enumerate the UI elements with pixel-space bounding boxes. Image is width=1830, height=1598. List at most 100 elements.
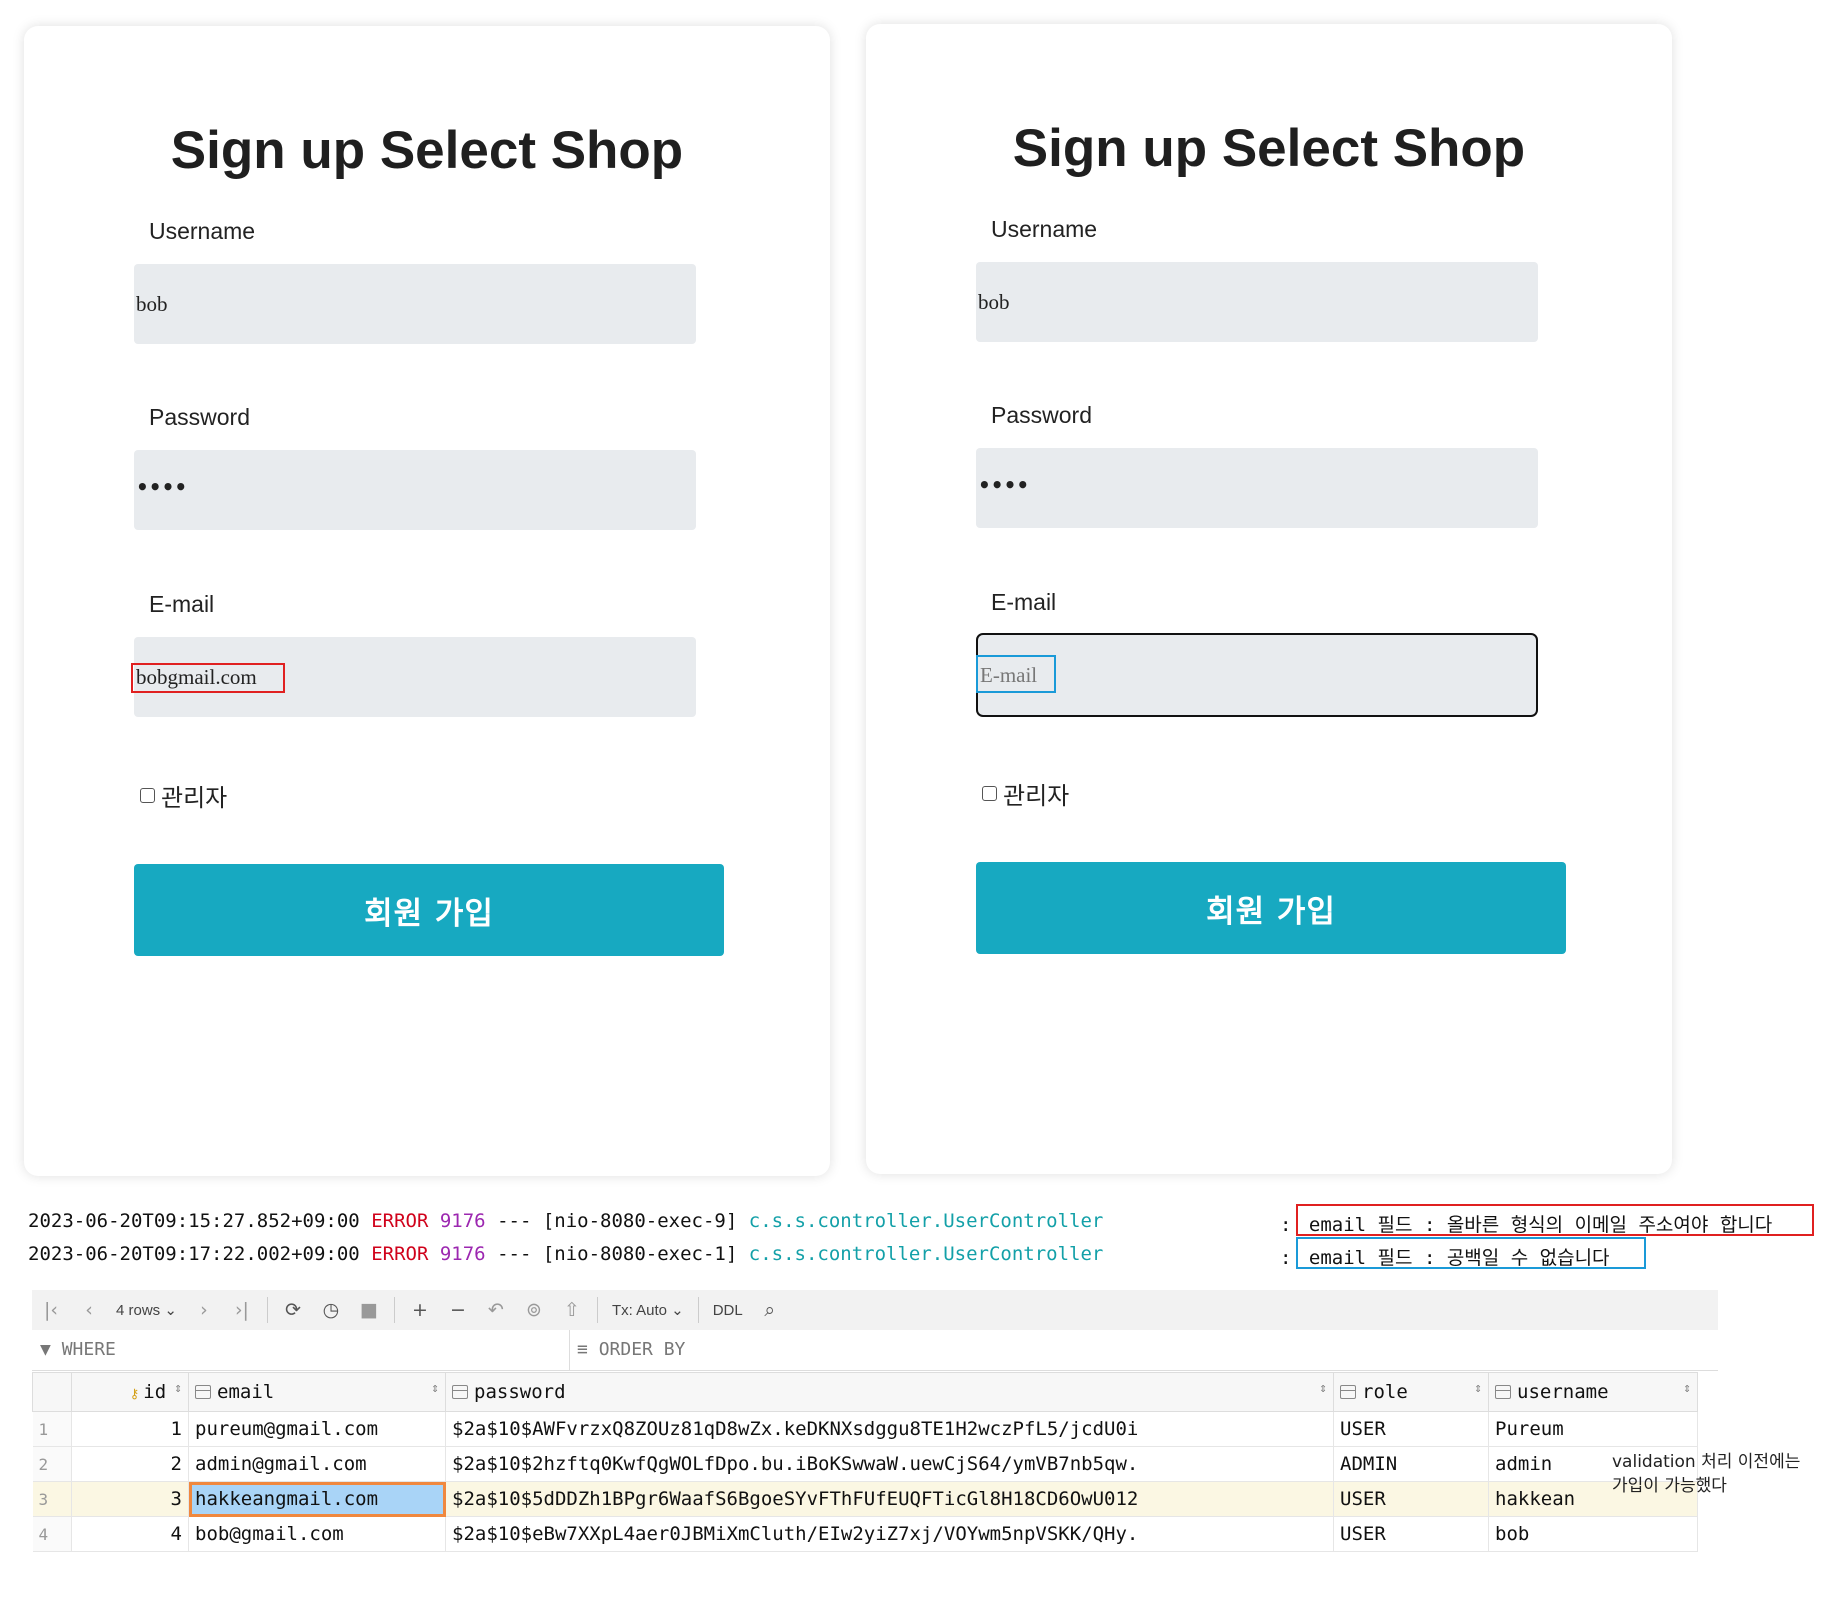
cell-username[interactable]: Pureum: [1488, 1411, 1698, 1447]
password-label: Password: [991, 402, 1092, 428]
last-page-icon[interactable]: ›|: [227, 1299, 257, 1321]
order-by-input[interactable]: ≡ ORDER BY: [577, 1339, 685, 1360]
cell-role[interactable]: USER: [1333, 1411, 1489, 1447]
primary-key-icon: ⚷: [129, 1387, 140, 1402]
column-header-role[interactable]: role ⇕: [1333, 1372, 1489, 1412]
cell-role[interactable]: ADMIN: [1333, 1446, 1489, 1482]
submit-icon[interactable]: ⇧: [557, 1299, 587, 1321]
admin-checkbox[interactable]: [140, 788, 155, 803]
password-input[interactable]: ••••: [976, 448, 1538, 528]
history-icon[interactable]: ◷: [316, 1299, 346, 1321]
cell-password[interactable]: $2a$10$2hzftq0KwfQgWOLfDpo.bu.iBoKSwwaW.…: [445, 1446, 1334, 1482]
ddl-button[interactable]: DDL: [713, 1302, 743, 1319]
email-input[interactable]: bobgmail.com: [131, 637, 696, 717]
sort-icon[interactable]: ⇕: [1474, 1381, 1482, 1396]
sort-icon[interactable]: ⇕: [174, 1381, 182, 1396]
add-row-icon[interactable]: +: [405, 1299, 435, 1321]
cell-id[interactable]: 2: [71, 1446, 189, 1482]
table-row[interactable]: 1 1 pureum@gmail.com $2a$10$AWFvrzxQ8ZOU…: [32, 1411, 1698, 1447]
email-input[interactable]: E-mail: [976, 633, 1538, 717]
filter-icon: ▼: [40, 1339, 51, 1360]
signup-button[interactable]: 회원 가입: [134, 864, 724, 956]
column-header-password[interactable]: password ⇕: [445, 1372, 1334, 1412]
row-number: 3: [32, 1481, 72, 1517]
page-title: Sign up Select Shop: [170, 121, 684, 180]
refresh-icon[interactable]: ⟳: [278, 1299, 308, 1321]
cell-id[interactable]: 1: [71, 1411, 189, 1447]
cell-password[interactable]: $2a$10$5dDDZh1BPgr6WaafS6BgoeSYvFThFUfEU…: [445, 1481, 1334, 1517]
column-header-email[interactable]: email ⇕: [188, 1372, 446, 1412]
cell-username[interactable]: bob: [1488, 1516, 1698, 1552]
toolbar-divider: [697, 1297, 699, 1323]
table-row[interactable]: 2 2 admin@gmail.com $2a$10$2hzftq0KwfQgW…: [32, 1446, 1698, 1482]
password-value: ••••: [136, 475, 188, 499]
signup-button[interactable]: 회원 가입: [976, 862, 1566, 954]
username-input[interactable]: bob: [134, 264, 696, 344]
sort-icon[interactable]: ⇕: [431, 1381, 439, 1396]
rows-count-dropdown[interactable]: 4 rows ⌄: [116, 1301, 177, 1319]
email-label: E-mail: [149, 591, 215, 617]
table-row[interactable]: 4 4 bob@gmail.com $2a$10$eBw7XXpL4aer0JB…: [32, 1516, 1698, 1552]
row-number-header: [32, 1372, 72, 1412]
password-input[interactable]: ••••: [134, 450, 696, 530]
username-label: Username: [149, 218, 256, 244]
prev-page-icon[interactable]: ‹: [74, 1299, 104, 1321]
column-header-id[interactable]: ⚷ id ⇕: [71, 1372, 189, 1412]
email-label: E-mail: [991, 589, 1057, 615]
cell-id[interactable]: 4: [71, 1516, 189, 1552]
sort-icon[interactable]: ⇕: [1319, 1381, 1327, 1396]
where-filter-input[interactable]: ▼ WHERE: [40, 1339, 116, 1360]
results-toolbar: |‹ ‹ 4 rows ⌄ › ›| ⟳ ◷ ■ + − ↶ ⊚ ⇧ Tx: A…: [32, 1290, 1718, 1330]
cell-role[interactable]: USER: [1333, 1481, 1489, 1517]
cell-password[interactable]: $2a$10$AWFvrzxQ8ZOUz81qD8wZx.keDKNXsdggu…: [445, 1411, 1334, 1447]
signup-card-left: Sign up Select Shop Username bob Passwor…: [24, 26, 830, 1176]
password-label: Password: [149, 404, 250, 430]
password-value: ••••: [978, 473, 1030, 497]
cell-email[interactable]: pureum@gmail.com: [188, 1411, 446, 1447]
admin-checkbox-row[interactable]: 관리자: [982, 776, 1069, 811]
next-page-icon[interactable]: ›: [189, 1299, 219, 1321]
email-placeholder-highlight: [976, 655, 1056, 693]
revert-icon[interactable]: ↶: [481, 1299, 511, 1321]
tx-mode-dropdown[interactable]: Tx: Auto ⌄: [612, 1301, 684, 1319]
filter-divider: [569, 1330, 570, 1370]
cell-password[interactable]: $2a$10$eBw7XXpL4aer0JBMiXmCluth/EIw2yiZ7…: [445, 1516, 1334, 1552]
delete-row-icon[interactable]: −: [443, 1299, 473, 1321]
username-value: bob: [136, 292, 168, 316]
annotation-note: validation 처리 이전에는 가입이 가능했다: [1612, 1450, 1800, 1498]
cell-role[interactable]: USER: [1333, 1516, 1489, 1552]
log-line: 2023-06-20T09:17:22.002+09:00 ERROR 9176…: [28, 1243, 1104, 1265]
note-line: validation 처리 이전에는: [1612, 1452, 1801, 1472]
log-message-highlight: [1296, 1237, 1646, 1269]
toolbar-divider: [393, 1297, 395, 1323]
cell-email-highlighted[interactable]: hakkeangmail.com: [188, 1481, 446, 1517]
preview-icon[interactable]: ⊚: [519, 1299, 549, 1321]
username-label: Username: [991, 216, 1098, 242]
toolbar-divider: [596, 1297, 598, 1323]
first-page-icon[interactable]: |‹: [36, 1299, 66, 1321]
cell-email[interactable]: bob@gmail.com: [188, 1516, 446, 1552]
admin-checkbox-label: 관리자: [161, 784, 228, 812]
log-line: 2023-06-20T09:15:27.852+09:00 ERROR 9176…: [28, 1210, 1104, 1232]
log-message-highlight: [1296, 1204, 1814, 1236]
row-number: 2: [32, 1446, 72, 1482]
column-icon: [1495, 1385, 1511, 1399]
email-value-highlight: [131, 663, 285, 693]
sort-lines-icon: ≡: [577, 1339, 588, 1360]
table-row-selected[interactable]: 3 3 hakkeangmail.com $2a$10$5dDDZh1BPgr6…: [32, 1481, 1698, 1517]
column-icon: [195, 1385, 211, 1399]
stop-icon[interactable]: ■: [354, 1299, 384, 1321]
results-table: ⚷ id ⇕ email ⇕ password ⇕ role ⇕ username ⇕ 1 …: [32, 1372, 1698, 1552]
sort-icon[interactable]: ⇕: [1683, 1381, 1691, 1396]
cell-id[interactable]: 3: [71, 1481, 189, 1517]
admin-checkbox-row[interactable]: 관리자: [140, 778, 227, 813]
row-number: 1: [32, 1411, 72, 1447]
column-header-username[interactable]: username ⇕: [1488, 1372, 1698, 1412]
filter-bar: ▼ WHERE ≡ ORDER BY: [32, 1330, 1718, 1371]
table-header-row: ⚷ id ⇕ email ⇕ password ⇕ role ⇕ username ⇕: [32, 1372, 1698, 1412]
cell-email[interactable]: admin@gmail.com: [188, 1446, 446, 1482]
username-value: bob: [978, 290, 1010, 314]
admin-checkbox[interactable]: [982, 786, 997, 801]
username-input[interactable]: bob: [976, 262, 1538, 342]
search-icon[interactable]: ⌕: [755, 1299, 785, 1321]
